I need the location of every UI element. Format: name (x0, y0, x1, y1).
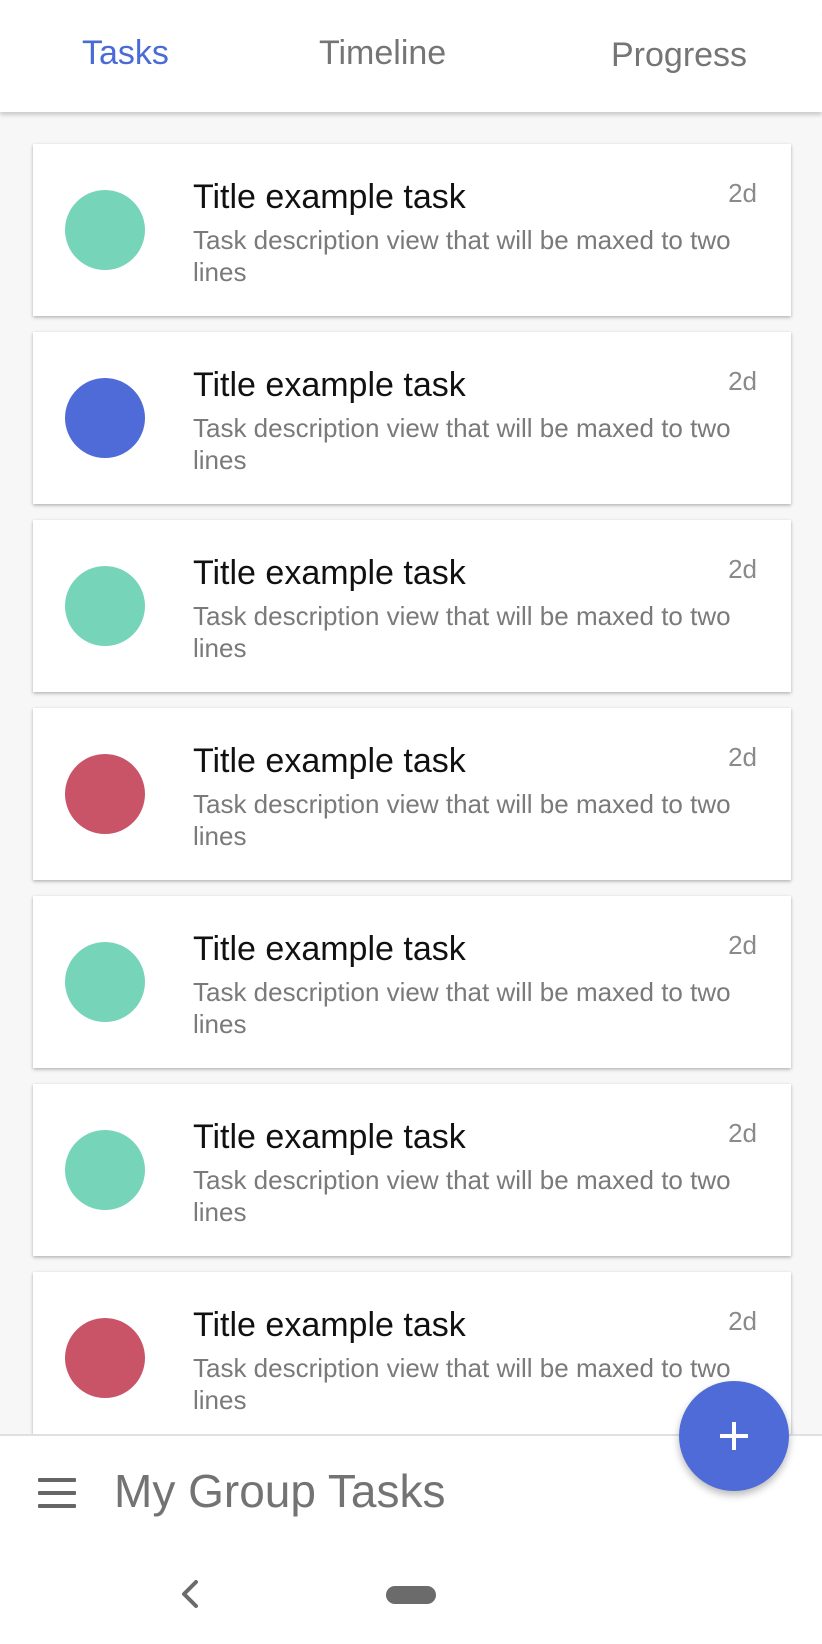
task-age: 2d (728, 366, 757, 396)
task-age: 2d (728, 554, 757, 584)
task-title: Title example task (193, 930, 466, 968)
task-description: Task description view that will be maxed… (193, 225, 731, 287)
task-description: Task description view that will be maxed… (193, 977, 731, 1039)
tab-progress[interactable]: Progress (611, 36, 747, 75)
task-color-dot (65, 754, 145, 834)
task-description: Task description view that will be maxed… (193, 1353, 731, 1415)
app-screen: Tasks Timeline Progress Title example ta… (0, 0, 822, 1644)
hamburger-menu-icon[interactable] (38, 1478, 76, 1508)
task-title: Title example task (193, 742, 466, 780)
group-title: My Group Tasks (114, 1465, 446, 1517)
home-pill-icon[interactable] (386, 1586, 436, 1604)
back-chevron-icon[interactable] (176, 1574, 206, 1614)
task-age: 2d (728, 1118, 757, 1148)
task-color-dot (65, 942, 145, 1022)
task-card[interactable]: Title example task Task description view… (33, 144, 791, 316)
task-title: Title example task (193, 1306, 466, 1344)
task-title: Title example task (193, 178, 466, 216)
task-card[interactable]: Title example task Task description view… (33, 332, 791, 504)
task-list[interactable]: Title example task Task description view… (0, 112, 822, 1434)
task-card[interactable]: Title example task Task description view… (33, 708, 791, 880)
tab-bar: Tasks Timeline Progress (0, 0, 822, 112)
task-color-dot (65, 1130, 145, 1210)
task-color-dot (65, 378, 145, 458)
task-description: Task description view that will be maxed… (193, 789, 731, 851)
task-color-dot (65, 1318, 145, 1398)
task-title: Title example task (193, 554, 466, 592)
add-task-button[interactable] (679, 1381, 789, 1491)
task-card[interactable]: Title example task Task description view… (33, 1084, 791, 1256)
tab-timeline[interactable]: Timeline (319, 34, 446, 73)
task-color-dot (65, 190, 145, 270)
task-color-dot (65, 566, 145, 646)
task-card[interactable]: Title example task Task description view… (33, 520, 791, 692)
task-age: 2d (728, 1306, 757, 1336)
task-description: Task description view that will be maxed… (193, 601, 731, 663)
task-title: Title example task (193, 1118, 466, 1156)
task-description: Task description view that will be maxed… (193, 413, 731, 475)
task-description: Task description view that will be maxed… (193, 1165, 731, 1227)
task-card[interactable]: Title example task Task description view… (33, 1272, 791, 1434)
tab-tasks[interactable]: Tasks (82, 34, 169, 73)
task-card[interactable]: Title example task Task description view… (33, 896, 791, 1068)
task-age: 2d (728, 178, 757, 208)
task-age: 2d (728, 930, 757, 960)
task-title: Title example task (193, 366, 466, 404)
task-age: 2d (728, 742, 757, 772)
